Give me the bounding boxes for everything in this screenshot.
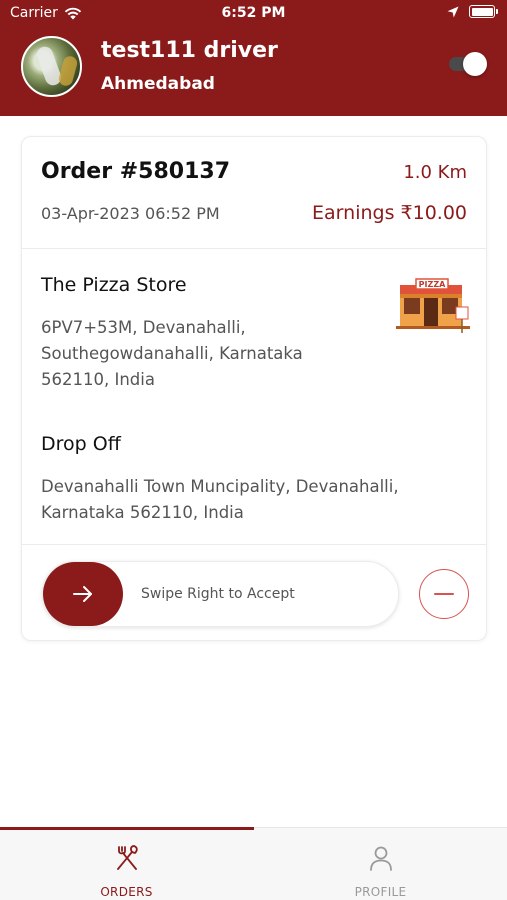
order-distance: 1.0 Km bbox=[403, 162, 467, 183]
pizza-sign-text: PIZZA bbox=[419, 280, 446, 289]
driver-name: test111 driver bbox=[101, 38, 278, 63]
tab-profile-label: PROFILE bbox=[354, 885, 407, 899]
pickup-store-name: The Pizza Store bbox=[41, 274, 187, 296]
minus-icon bbox=[434, 593, 454, 595]
location-arrow-icon bbox=[447, 6, 459, 17]
person-icon bbox=[369, 846, 392, 871]
order-datetime: 03-Apr-2023 06:52 PM bbox=[41, 204, 220, 223]
pickup-address: 6PV7+53M, Devanahalli, Southegowdanahall… bbox=[41, 318, 303, 389]
dropoff-address: Devanahalli Town Muncipality, Devanahall… bbox=[41, 477, 399, 522]
battery-icon bbox=[469, 5, 498, 18]
pizza-store-icon: PIZZA bbox=[396, 278, 470, 333]
swipe-label: Swipe Right to Accept bbox=[141, 586, 295, 602]
status-right bbox=[447, 5, 498, 18]
reject-button[interactable] bbox=[419, 569, 469, 619]
bottom-tab-bar: ORDERS PROFILE bbox=[0, 827, 507, 900]
arrow-right-icon bbox=[73, 586, 92, 602]
app-header: Carrier 6:52 PM test111 driver Ahmedabad bbox=[0, 0, 507, 116]
tab-orders-label: ORDERS bbox=[100, 885, 153, 899]
avatar[interactable] bbox=[21, 36, 82, 97]
divider bbox=[22, 248, 486, 249]
fork-knife-icon bbox=[116, 845, 138, 870]
status-time: 6:52 PM bbox=[221, 5, 286, 21]
swipe-handle[interactable] bbox=[43, 562, 123, 626]
order-id: Order #580137 bbox=[41, 159, 231, 184]
toggle-knob bbox=[463, 52, 487, 76]
order-earnings: Earnings ₹10.00 bbox=[312, 202, 467, 224]
order-card: Order #580137 1.0 Km 03-Apr-2023 06:52 P… bbox=[21, 136, 487, 641]
tab-profile[interactable]: PROFILE bbox=[254, 828, 507, 900]
tab-orders[interactable]: ORDERS bbox=[0, 828, 253, 900]
swipe-to-accept[interactable]: Swipe Right to Accept bbox=[42, 561, 399, 627]
driver-city: Ahmedabad bbox=[101, 74, 215, 94]
divider bbox=[22, 544, 486, 545]
dropoff-title: Drop Off bbox=[41, 433, 121, 455]
online-toggle[interactable] bbox=[449, 52, 487, 76]
status-bar: Carrier 6:52 PM bbox=[0, 0, 507, 28]
